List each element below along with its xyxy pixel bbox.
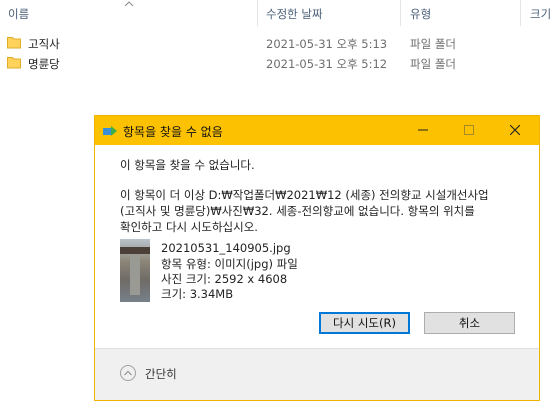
minimize-button[interactable] [400,116,446,145]
retry-button[interactable]: 다시 시도(R) [319,312,410,334]
column-separator[interactable] [520,0,521,26]
column-name[interactable]: 이름 [8,6,29,22]
chevron-up-icon [124,370,132,376]
file-dimensions-label: 사진 크기: 2592 x 4608 [161,272,288,286]
collapse-label[interactable]: 간단히 [145,366,177,382]
file-type-label: 항목 유형: 이미지(jpg) 파일 [161,257,298,271]
sort-up-icon [124,1,134,7]
file-name: 고직사 [28,37,60,51]
folder-icon [7,57,21,69]
message-line: 확인하고 다시 시도하십시오. [120,220,258,234]
collapse-toggle[interactable] [120,365,136,381]
list-item[interactable]: 고직사 2021-05-31 오후 5:13 파일 폴더 [0,33,560,53]
column-modified[interactable]: 수정한 날짜 [266,6,323,22]
move-file-icon [103,126,117,136]
file-thumbnail [120,239,150,302]
message-line: (고직사 및 명륜당)₩사진₩32. 세종-전의향교에 없습니다. 항목의 위치… [120,204,475,218]
column-separator[interactable] [257,0,258,26]
file-size-label: 크기: 3.34MB [161,287,234,301]
column-header-bar: 이름 수정한 날짜 유형 크기 [0,0,560,28]
folder-icon [7,37,21,49]
file-modified: 2021-05-31 오후 5:13 [266,37,388,51]
footer-divider [95,348,539,349]
minimize-icon [418,129,428,131]
column-size[interactable]: 크기 [530,6,551,22]
dialog-titlebar[interactable]: 항목을 찾을 수 없음 [95,116,539,145]
maximize-button[interactable] [446,116,492,145]
item-not-found-dialog: 항목을 찾을 수 없음 이 항목을 찾을 수 없습니다. 이 항목이 더 이상 … [94,115,540,401]
close-button[interactable] [492,116,538,145]
dialog-heading: 이 항목을 찾을 수 없습니다. [120,158,255,172]
file-name-label: 20210531_140905.jpg [161,241,291,255]
file-modified: 2021-05-31 오후 5:12 [266,57,388,71]
dialog-content: 이 항목을 찾을 수 없습니다. 이 항목이 더 이상 D:₩작업폴더₩2021… [95,145,539,348]
cancel-button[interactable]: 취소 [424,312,515,334]
file-type: 파일 폴더 [410,57,456,71]
list-item[interactable]: 명륜당 2021-05-31 오후 5:12 파일 폴더 [0,53,560,73]
column-type[interactable]: 유형 [410,6,431,22]
close-icon [510,125,520,135]
file-name: 명륜당 [28,57,60,71]
file-type: 파일 폴더 [410,37,456,51]
maximize-icon [464,125,474,135]
dialog-title: 항목을 찾을 수 없음 [123,125,223,139]
message-line: 이 항목이 더 이상 D:₩작업폴더₩2021₩12 (세종) 전의향교 시설개… [120,188,489,202]
column-separator[interactable] [400,0,401,26]
